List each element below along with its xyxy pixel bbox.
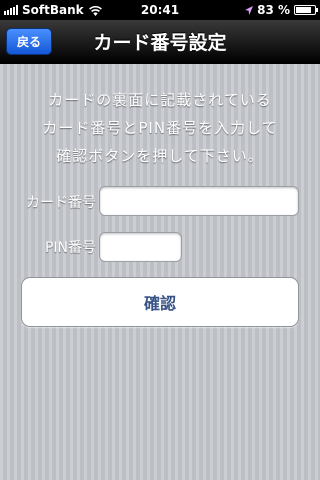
back-button[interactable]: 戻る	[6, 28, 52, 55]
battery-percent: 83 %	[257, 3, 290, 17]
pin-number-input[interactable]	[99, 232, 182, 262]
card-number-input[interactable]	[99, 186, 299, 216]
instructions-line-2: カード番号とPIN番号を入力して	[42, 119, 278, 137]
instructions-text: カードの裏面に記載されている カード番号とPIN番号を入力して 確認ボタンを押し…	[10, 86, 310, 170]
card-number-label: カード番号	[26, 195, 96, 211]
confirm-button[interactable]: 確認	[21, 277, 299, 327]
battery-icon	[294, 5, 318, 15]
page-title: カード番号設定	[93, 32, 227, 54]
instructions-line-1: カードの裏面に記載されている	[48, 91, 272, 109]
instructions-line-3: 確認ボタンを押して下さい。	[56, 147, 264, 165]
status-bar: SoftBank 20:41 83 %	[0, 0, 320, 20]
battery-fill	[296, 7, 311, 13]
pin-number-label: PIN番号	[44, 240, 96, 256]
status-right: 83 %	[245, 3, 318, 17]
location-arrow-icon	[245, 5, 254, 15]
navigation-bar: 戻る カード番号設定	[0, 20, 320, 64]
